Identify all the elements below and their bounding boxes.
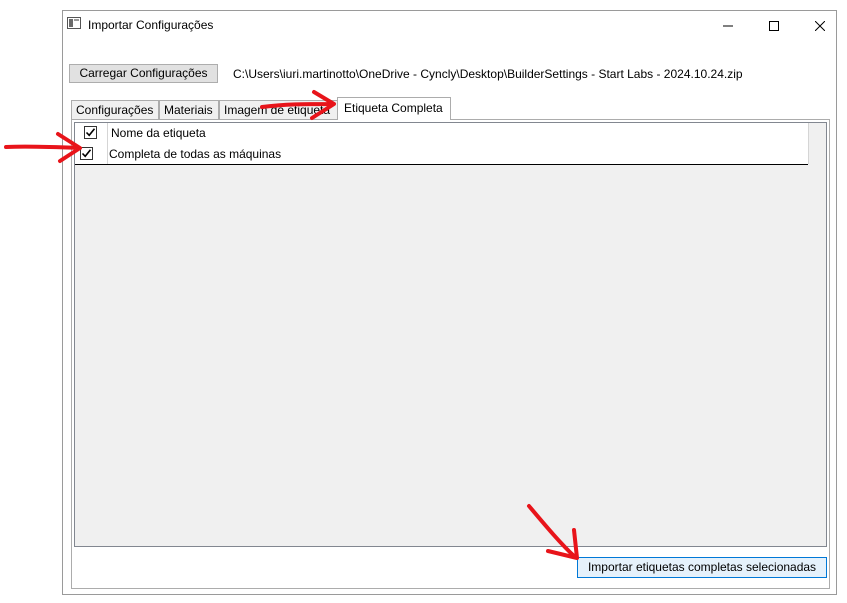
- row-check-cell: [75, 144, 108, 164]
- file-path-label: C:\Users\iuri.martinotto\OneDrive - Cync…: [233, 67, 743, 81]
- window-title: Importar Configurações: [88, 18, 214, 32]
- tab-materiais[interactable]: Materiais: [159, 100, 219, 119]
- close-icon: [815, 20, 825, 31]
- maximize-button[interactable]: [751, 11, 797, 40]
- maximize-icon: [769, 20, 779, 31]
- table-row[interactable]: Completa de todas as máquinas: [75, 144, 808, 165]
- row-label-name: Completa de todas as máquinas: [109, 147, 282, 161]
- load-settings-button[interactable]: Carregar Configurações: [69, 64, 218, 83]
- minimize-icon: [723, 21, 733, 31]
- app-window-icon: [67, 17, 81, 29]
- grid-header: Nome da etiqueta: [75, 123, 808, 145]
- select-all-cell: [75, 123, 108, 144]
- tab-imagem-de-etiqueta[interactable]: Imagem de etiqueta: [219, 100, 339, 119]
- tab-panel-etiqueta-completa: Nome da etiqueta Completa de todas as má…: [71, 119, 830, 589]
- tab-etiqueta-completa[interactable]: Etiqueta Completa: [337, 97, 451, 120]
- import-settings-window: Importar Configurações Carregar Configur…: [62, 10, 837, 595]
- column-divider: [808, 123, 809, 164]
- row-checkbox[interactable]: [80, 147, 93, 160]
- close-button[interactable]: [797, 11, 843, 40]
- tab-configuracoes[interactable]: Configurações: [71, 100, 159, 119]
- title-bar: Importar Configurações: [63, 11, 836, 40]
- select-all-checkbox[interactable]: [84, 126, 97, 139]
- labels-grid: Nome da etiqueta Completa de todas as má…: [74, 122, 827, 547]
- import-selected-labels-button[interactable]: Importar etiquetas completas selecionada…: [577, 557, 827, 578]
- minimize-button[interactable]: [705, 11, 751, 40]
- column-header-label-name[interactable]: Nome da etiqueta: [111, 126, 206, 140]
